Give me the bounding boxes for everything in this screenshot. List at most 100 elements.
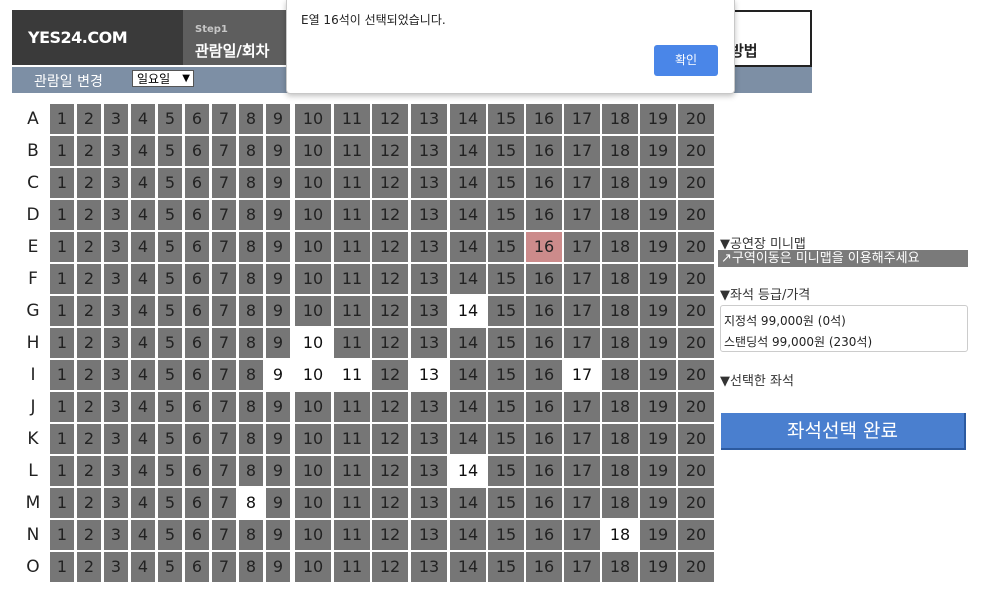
seat-C-11[interactable]: 11	[334, 168, 370, 198]
seat-M-10[interactable]: 10	[295, 488, 331, 518]
alert-ok-button[interactable]: 확인	[654, 45, 718, 76]
seat-O-17[interactable]: 17	[564, 552, 600, 582]
seat-H-7[interactable]: 7	[212, 328, 236, 358]
seat-I-16[interactable]: 16	[526, 360, 562, 390]
seat-M-19[interactable]: 19	[640, 488, 676, 518]
seat-H-6[interactable]: 6	[185, 328, 209, 358]
seat-F-17[interactable]: 17	[564, 264, 600, 294]
seat-D-19[interactable]: 19	[640, 200, 676, 230]
seat-F-11[interactable]: 11	[334, 264, 370, 294]
seat-F-10[interactable]: 10	[295, 264, 331, 294]
seat-D-12[interactable]: 12	[372, 200, 408, 230]
seat-D-8[interactable]: 8	[239, 200, 263, 230]
seat-N-2[interactable]: 2	[77, 520, 101, 550]
seat-A-1[interactable]: 1	[50, 104, 74, 134]
seat-N-6[interactable]: 6	[185, 520, 209, 550]
seat-I-12[interactable]: 12	[372, 360, 408, 390]
seat-B-18[interactable]: 18	[602, 136, 638, 166]
seat-L-10[interactable]: 10	[295, 456, 331, 486]
seat-K-16[interactable]: 16	[526, 424, 562, 454]
seat-A-13[interactable]: 13	[411, 104, 447, 134]
seat-B-10[interactable]: 10	[295, 136, 331, 166]
seat-H-17[interactable]: 17	[564, 328, 600, 358]
seat-I-19[interactable]: 19	[640, 360, 676, 390]
seat-E-10[interactable]: 10	[295, 232, 331, 262]
seat-K-5[interactable]: 5	[158, 424, 182, 454]
seat-D-15[interactable]: 15	[488, 200, 524, 230]
seat-H-14[interactable]: 14	[450, 328, 486, 358]
seat-G-2[interactable]: 2	[77, 296, 101, 326]
seat-B-15[interactable]: 15	[488, 136, 524, 166]
seat-D-20[interactable]: 20	[678, 200, 714, 230]
seat-O-6[interactable]: 6	[185, 552, 209, 582]
seat-I-6[interactable]: 6	[185, 360, 209, 390]
yes24-logo[interactable]: YES24.COM	[12, 10, 183, 65]
seat-G-1[interactable]: 1	[50, 296, 74, 326]
seat-N-17[interactable]: 17	[564, 520, 600, 550]
seat-O-5[interactable]: 5	[158, 552, 182, 582]
seat-F-2[interactable]: 2	[77, 264, 101, 294]
seat-A-3[interactable]: 3	[104, 104, 128, 134]
seat-H-2[interactable]: 2	[77, 328, 101, 358]
seat-C-2[interactable]: 2	[77, 168, 101, 198]
seat-B-17[interactable]: 17	[564, 136, 600, 166]
seat-K-18[interactable]: 18	[602, 424, 638, 454]
seat-A-6[interactable]: 6	[185, 104, 209, 134]
seat-J-7[interactable]: 7	[212, 392, 236, 422]
seat-A-12[interactable]: 12	[372, 104, 408, 134]
price-heading[interactable]: ▼좌석 등급/가격	[720, 284, 810, 303]
seat-F-9[interactable]: 9	[266, 264, 290, 294]
complete-seat-selection-button[interactable]: 좌석선택 완료	[721, 413, 966, 450]
seat-K-17[interactable]: 17	[564, 424, 600, 454]
seat-N-3[interactable]: 3	[104, 520, 128, 550]
seat-C-10[interactable]: 10	[295, 168, 331, 198]
seat-L-11[interactable]: 11	[334, 456, 370, 486]
seat-N-11[interactable]: 11	[334, 520, 370, 550]
seat-M-2[interactable]: 2	[77, 488, 101, 518]
seat-A-15[interactable]: 15	[488, 104, 524, 134]
seat-G-7[interactable]: 7	[212, 296, 236, 326]
seat-A-20[interactable]: 20	[678, 104, 714, 134]
seat-E-12[interactable]: 12	[372, 232, 408, 262]
seat-E-11[interactable]: 11	[334, 232, 370, 262]
seat-H-18[interactable]: 18	[602, 328, 638, 358]
seat-H-8[interactable]: 8	[239, 328, 263, 358]
seat-M-4[interactable]: 4	[131, 488, 155, 518]
seat-O-9[interactable]: 9	[266, 552, 290, 582]
seat-I-8[interactable]: 8	[239, 360, 263, 390]
seat-H-3[interactable]: 3	[104, 328, 128, 358]
seat-E-2[interactable]: 2	[77, 232, 101, 262]
seat-L-20[interactable]: 20	[678, 456, 714, 486]
seat-M-20[interactable]: 20	[678, 488, 714, 518]
seat-A-4[interactable]: 4	[131, 104, 155, 134]
seat-O-12[interactable]: 12	[372, 552, 408, 582]
seat-H-16[interactable]: 16	[526, 328, 562, 358]
seat-E-15[interactable]: 15	[488, 232, 524, 262]
seat-C-15[interactable]: 15	[488, 168, 524, 198]
seat-C-14[interactable]: 14	[450, 168, 486, 198]
seat-L-5[interactable]: 5	[158, 456, 182, 486]
seat-O-14[interactable]: 14	[450, 552, 486, 582]
seat-B-19[interactable]: 19	[640, 136, 676, 166]
seat-G-17[interactable]: 17	[564, 296, 600, 326]
seat-D-9[interactable]: 9	[266, 200, 290, 230]
seat-C-7[interactable]: 7	[212, 168, 236, 198]
seat-L-2[interactable]: 2	[77, 456, 101, 486]
seat-F-5[interactable]: 5	[158, 264, 182, 294]
seat-E-5[interactable]: 5	[158, 232, 182, 262]
seat-L-12[interactable]: 12	[372, 456, 408, 486]
seat-B-8[interactable]: 8	[239, 136, 263, 166]
seat-G-14[interactable]: 14	[450, 296, 486, 326]
seat-H-11[interactable]: 11	[334, 328, 370, 358]
seat-L-16[interactable]: 16	[526, 456, 562, 486]
seat-M-3[interactable]: 3	[104, 488, 128, 518]
seat-L-7[interactable]: 7	[212, 456, 236, 486]
seat-D-3[interactable]: 3	[104, 200, 128, 230]
seat-E-8[interactable]: 8	[239, 232, 263, 262]
seat-J-20[interactable]: 20	[678, 392, 714, 422]
seat-H-19[interactable]: 19	[640, 328, 676, 358]
seat-L-19[interactable]: 19	[640, 456, 676, 486]
seat-O-1[interactable]: 1	[50, 552, 74, 582]
seat-J-19[interactable]: 19	[640, 392, 676, 422]
seat-C-12[interactable]: 12	[372, 168, 408, 198]
